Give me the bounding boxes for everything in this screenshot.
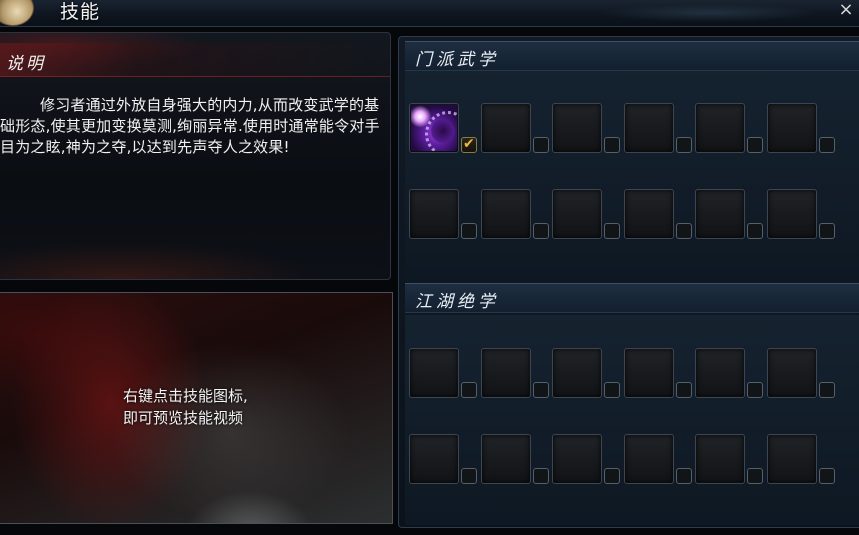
- jianghu-slot-checkbox[interactable]: [747, 468, 763, 484]
- sect-slot-checkbox[interactable]: [676, 223, 692, 239]
- jianghu-skill-slot[interactable]: [409, 348, 459, 398]
- jianghu-slot-checkbox[interactable]: [819, 468, 835, 484]
- window-title: 技能: [60, 1, 101, 23]
- jianghu-skills-header: 江湖绝学: [405, 283, 859, 313]
- jianghu-slot-checkbox[interactable]: [676, 382, 692, 398]
- sect-slot-checkbox[interactable]: ✔: [461, 136, 477, 153]
- sect-skill-slot[interactable]: [409, 189, 459, 239]
- jianghu-skills-background: [405, 315, 859, 525]
- jianghu-slot-checkbox[interactable]: [461, 468, 477, 484]
- description-text: 修习者通过外放自身强大的内力,从而改变武学的基础形态,使其更加变换莫测,绚丽异常…: [0, 96, 380, 156]
- preview-hint-line-2: 即可预览技能视频: [123, 409, 244, 427]
- jianghu-slot-checkbox[interactable]: [604, 382, 620, 398]
- sect-slot-checkbox[interactable]: [604, 137, 620, 153]
- sect-skill-slot[interactable]: [624, 189, 674, 239]
- jianghu-skill-slot[interactable]: [552, 434, 602, 484]
- jianghu-slot-checkbox[interactable]: [747, 382, 763, 398]
- preview-hint-line-1: 右键点击技能图标,: [123, 387, 248, 405]
- window-title-bar[interactable]: 技能 ×: [0, 0, 859, 27]
- jianghu-slot-checkbox[interactable]: [604, 468, 620, 484]
- sect-slot-checkbox[interactable]: [533, 223, 549, 239]
- scroll-emblem-icon: [0, 0, 34, 26]
- sect-slot-checkbox[interactable]: [676, 137, 692, 153]
- jianghu-slot-checkbox[interactable]: [533, 468, 549, 484]
- sect-skill-slot[interactable]: [552, 189, 602, 239]
- jianghu-skill-slot[interactable]: [409, 434, 459, 484]
- sect-skills-header: 门派武学: [405, 41, 859, 71]
- description-header: 说明: [0, 43, 390, 77]
- skill-preview-panel[interactable]: 右键点击技能图标, 即可预览技能视频: [0, 292, 393, 524]
- sect-skill-slot[interactable]: [695, 189, 745, 239]
- jianghu-skills-header-label: 江湖绝学: [415, 292, 499, 312]
- sect-skill-slot[interactable]: [481, 189, 531, 239]
- jianghu-slot-checkbox[interactable]: [676, 468, 692, 484]
- preview-hint: 右键点击技能图标, 即可预览技能视频: [123, 385, 248, 429]
- jianghu-skill-slot[interactable]: [624, 348, 674, 398]
- sect-skill-slot[interactable]: [767, 103, 817, 153]
- description-header-label: 说明: [6, 54, 46, 74]
- jianghu-skill-slot[interactable]: [481, 434, 531, 484]
- jianghu-slot-checkbox[interactable]: [819, 382, 835, 398]
- sect-slot-checkbox[interactable]: [747, 137, 763, 153]
- jianghu-skill-slot[interactable]: [767, 434, 817, 484]
- sect-skill-slot[interactable]: [624, 103, 674, 153]
- jianghu-skill-slot[interactable]: [552, 348, 602, 398]
- jianghu-skill-slot[interactable]: [695, 434, 745, 484]
- sect-slot-checkbox[interactable]: [604, 223, 620, 239]
- description-panel: 说明 修习者通过外放自身强大的内力,从而改变武学的基础形态,使其更加变换莫测,绚…: [0, 32, 391, 280]
- sect-skill-slot[interactable]: [481, 103, 531, 153]
- jianghu-skill-slot[interactable]: [481, 348, 531, 398]
- sect-slot-checkbox[interactable]: [747, 223, 763, 239]
- skill-list-panel: 门派武学 ✔ 江湖绝学: [398, 36, 859, 528]
- jianghu-skill-slot[interactable]: [767, 348, 817, 398]
- sect-skill-slot[interactable]: [695, 103, 745, 153]
- checkmark-icon: ✔: [463, 136, 475, 152]
- jianghu-slot-checkbox[interactable]: [461, 382, 477, 398]
- purple-vortex-skill-icon[interactable]: [411, 105, 457, 151]
- sect-skill-slot[interactable]: [409, 103, 459, 153]
- sect-slot-checkbox[interactable]: [819, 137, 835, 153]
- sect-skills-header-label: 门派武学: [415, 50, 499, 70]
- sect-skill-slot[interactable]: [767, 189, 817, 239]
- jianghu-skill-slot[interactable]: [624, 434, 674, 484]
- sect-slot-checkbox[interactable]: [461, 223, 477, 239]
- close-button[interactable]: ×: [837, 0, 855, 22]
- sect-slot-checkbox[interactable]: [533, 137, 549, 153]
- sect-slot-checkbox[interactable]: [819, 223, 835, 239]
- sect-skill-slot[interactable]: [552, 103, 602, 153]
- jianghu-slot-checkbox[interactable]: [533, 382, 549, 398]
- jianghu-skill-slot[interactable]: [695, 348, 745, 398]
